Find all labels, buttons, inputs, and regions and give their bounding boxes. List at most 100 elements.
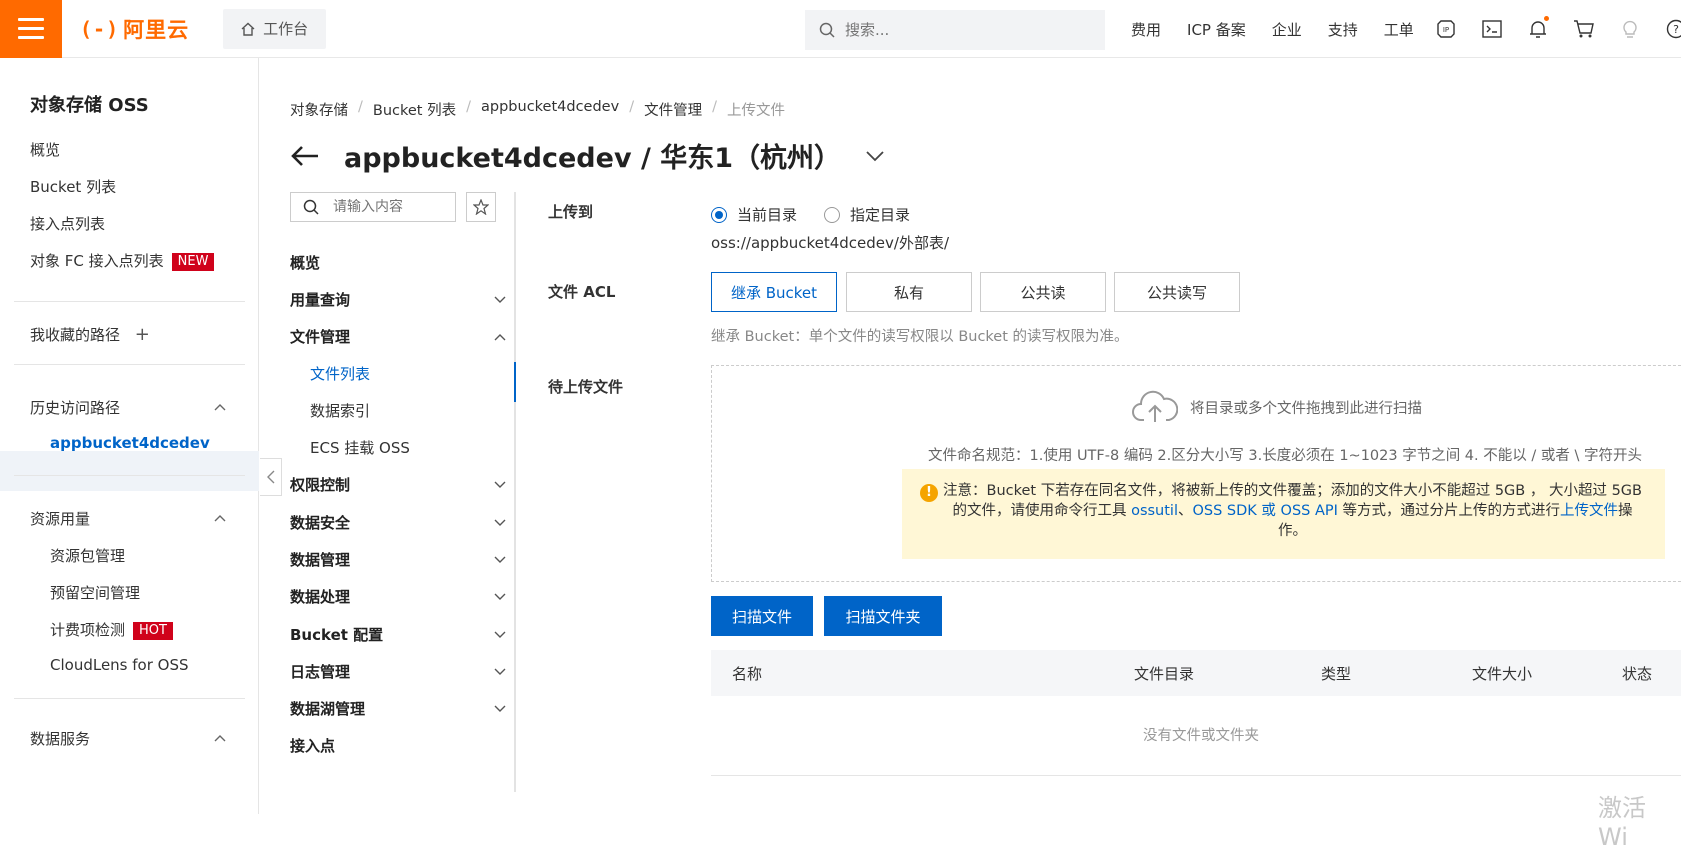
subnav-data-mgmt[interactable]: 数据管理 (290, 549, 506, 570)
breadcrumb-item[interactable]: 对象存储 (290, 99, 348, 120)
acl-public-read-button[interactable]: 公共读 (980, 272, 1106, 312)
notice-text: 等方式，通过分片上传的方式进行 (1338, 503, 1560, 519)
subnav-log-mgmt[interactable]: 日志管理 (290, 661, 506, 682)
nav-enterprise[interactable]: 企业 (1272, 19, 1302, 40)
drop-zone[interactable]: 将目录或多个文件拖拽到此进行扫描 文件命名规范：1.使用 UTF-8 编码 2.… (711, 365, 1681, 582)
subnav-ecs-mount[interactable]: ECS 挂载 OSS (310, 437, 410, 458)
acl-private-button[interactable]: 私有 (846, 272, 972, 312)
radio-specified-dir[interactable]: 指定目录 (824, 204, 910, 225)
subnav-data-security[interactable]: 数据安全 (290, 512, 506, 533)
sidebar-item-fc-access-points[interactable]: 对象 FC 接入点列表NEW (30, 250, 214, 271)
back-arrow-icon[interactable] (290, 145, 320, 167)
help-icon[interactable]: ? (1665, 18, 1681, 40)
global-search[interactable] (805, 10, 1105, 50)
radio-label: 当前目录 (737, 204, 797, 225)
divider (14, 301, 245, 302)
aliyun-logo[interactable]: (-) 阿里云 (80, 14, 189, 44)
menu-icon[interactable] (0, 0, 62, 60)
breadcrumb: 对象存储/ Bucket 列表/ appbucket4dcedev/ 文件管理/… (290, 99, 785, 120)
sidebar-item-history-bucket[interactable]: appbucket4dcedev (50, 434, 210, 452)
sidebar-item-resource-pkg[interactable]: 资源包管理 (50, 545, 125, 566)
active-marker (514, 362, 516, 402)
sidebar-item-bucket-list[interactable]: Bucket 列表 (30, 176, 116, 197)
svg-text:?: ? (1673, 23, 1679, 36)
scan-folder-button[interactable]: 扫描文件夹 (824, 596, 942, 636)
scan-files-button[interactable]: 扫描文件 (711, 596, 813, 636)
sidebar-group-data-services[interactable]: 数据服务 (30, 728, 90, 749)
bell-icon[interactable] (1527, 18, 1549, 40)
breadcrumb-item[interactable]: appbucket4dcedev (481, 99, 619, 120)
subnav-file-mgmt[interactable]: 文件管理 (290, 326, 506, 347)
search-input[interactable] (845, 21, 1085, 39)
sidebar-group-resource-usage[interactable]: 资源用量 (30, 508, 90, 529)
subnav-bucket-config[interactable]: Bucket 配置 (290, 624, 506, 645)
subnav-file-list[interactable]: 文件列表 (310, 363, 370, 384)
breadcrumb-sep: / (629, 99, 634, 120)
sidebar-item-favorites[interactable]: 我收藏的路径 + (30, 324, 150, 345)
acl-public-readwrite-button[interactable]: 公共读写 (1114, 272, 1240, 312)
product-sidebar: 对象存储 OSS 概览 Bucket 列表 接入点列表 对象 FC 接入点列表N… (0, 58, 259, 814)
acl-inherit-button[interactable]: 继承 Bucket (711, 272, 837, 312)
ossutil-link[interactable]: ossutil (1131, 503, 1178, 519)
chevron-down-icon[interactable] (865, 150, 885, 162)
nav-fees[interactable]: 费用 (1131, 19, 1161, 40)
chevron-left-icon (266, 470, 276, 484)
sidebar-item-cloudlens[interactable]: CloudLens for OSS (50, 656, 189, 674)
subnav-usage-query[interactable]: 用量查询 (290, 289, 506, 310)
col-name: 名称 (732, 663, 762, 684)
nav-icp[interactable]: ICP 备案 (1187, 19, 1246, 40)
favorite-star-button[interactable] (466, 192, 496, 222)
subnav-datalake-mgmt[interactable]: 数据湖管理 (290, 698, 506, 719)
subnav-permission[interactable]: 权限控制 (290, 474, 506, 495)
upload-table-header: 名称 文件目录 类型 文件大小 状态 (711, 650, 1681, 696)
chevron-up-icon[interactable] (213, 400, 227, 414)
col-size: 文件大小 (1472, 663, 1532, 684)
subnav-label: 数据安全 (290, 512, 350, 533)
bulb-icon[interactable] (1619, 18, 1641, 40)
sdk-api-link[interactable]: OSS SDK 或 OSS API (1193, 503, 1338, 519)
sidebar-item-reserved-space[interactable]: 预留空间管理 (50, 582, 140, 603)
subnav-access-point[interactable]: 接入点 (290, 735, 506, 756)
breadcrumb-sep: / (466, 99, 471, 120)
breadcrumb-item[interactable]: 文件管理 (644, 99, 702, 120)
terminal-icon[interactable] (1481, 18, 1503, 40)
subnav-search-input[interactable] (333, 199, 453, 215)
workbench-label: 工作台 (263, 18, 308, 39)
ipv6-icon[interactable]: IP (1435, 18, 1457, 40)
sidebar-item-billing-check[interactable]: 计费项检测HOT (50, 619, 173, 640)
subnav-label: 数据处理 (290, 586, 350, 607)
home-icon (241, 22, 255, 36)
upload-file-link[interactable]: 上传文件 (1560, 503, 1618, 519)
workbench-button[interactable]: 工作台 (223, 9, 326, 49)
chevron-down-icon (494, 519, 506, 527)
subnav-search[interactable] (290, 192, 456, 222)
subnav-data-processing[interactable]: 数据处理 (290, 586, 506, 607)
breadcrumb-sep: / (358, 99, 363, 120)
chevron-up-icon[interactable] (213, 731, 227, 745)
warning-icon: ! (920, 484, 938, 502)
acl-tip: 继承 Bucket：单个文件的读写权限以 Bucket 的读写权限为准。 (711, 325, 1129, 346)
chevron-up-icon (494, 333, 506, 341)
cart-icon[interactable] (1573, 18, 1595, 40)
page-header: appbucket4dcedev / 华东1（杭州） (290, 136, 885, 175)
sidebar-item-label: 我收藏的路径 (30, 326, 120, 344)
chevron-up-icon[interactable] (213, 511, 227, 525)
sidebar-collapse-button[interactable] (260, 458, 282, 496)
subnav-label: 概览 (290, 252, 320, 273)
sidebar-group-history[interactable]: 历史访问路径 (30, 397, 120, 418)
radio-current-dir[interactable]: 当前目录 (711, 204, 797, 225)
nav-support[interactable]: 支持 (1328, 19, 1358, 40)
sidebar-item-access-points[interactable]: 接入点列表 (30, 213, 105, 234)
table-empty-state: 没有文件或文件夹 (711, 696, 1681, 776)
subnav-data-index[interactable]: 数据索引 (310, 400, 370, 421)
plus-icon[interactable]: + (135, 324, 150, 345)
breadcrumb-item[interactable]: Bucket 列表 (373, 99, 456, 120)
sidebar-item-overview[interactable]: 概览 (30, 139, 60, 160)
upload-notice: ! 注意：Bucket 下若存在同名文件，将被新上传的文件覆盖；添加的文件大小不… (902, 469, 1665, 559)
col-directory: 文件目录 (1134, 663, 1194, 684)
sidebar-item-label: 对象 FC 接入点列表 (30, 252, 164, 270)
pending-files-label: 待上传文件 (548, 376, 623, 397)
nav-ticket[interactable]: 工单 (1384, 19, 1414, 40)
subnav-overview[interactable]: 概览 (290, 252, 506, 273)
subnav-label: 用量查询 (290, 289, 350, 310)
